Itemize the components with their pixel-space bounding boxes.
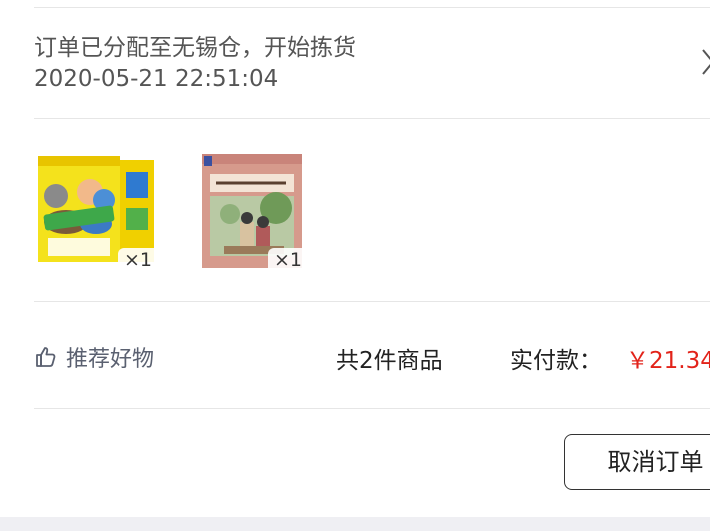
paid-amount-value: ￥21.34: [626, 348, 710, 374]
top-divider: [34, 7, 710, 8]
summary-divider: [34, 408, 710, 409]
order-status-timestamp[interactable]: 2020-05-21 22:51:04: [34, 66, 278, 92]
product-quantity-1: ×1: [117, 248, 158, 272]
chevron-right-icon[interactable]: [697, 42, 710, 82]
product-quantity-2: ×1: [267, 248, 308, 272]
status-divider: [34, 118, 710, 119]
products-divider: [34, 301, 710, 302]
order-card: 订单已分配至无锡仓，开始拣货 2020-05-21 22:51:04 ×1 ×1…: [0, 0, 710, 531]
item-count: 共2件商品: [336, 348, 443, 374]
recommend-link[interactable]: 推荐好物: [34, 340, 154, 374]
cancel-order-button[interactable]: 取消订单: [564, 434, 710, 490]
order-status-message[interactable]: 订单已分配至无锡仓，开始拣货: [34, 28, 356, 62]
product-thumbnail-2[interactable]: ×1: [184, 152, 308, 272]
recommend-label: 推荐好物: [66, 347, 155, 372]
paid-amount-label: 实付款：: [510, 348, 602, 374]
product-thumbnail-1[interactable]: ×1: [34, 152, 158, 272]
thumbs-up-icon: [36, 347, 56, 367]
bottom-separator: [0, 517, 710, 531]
